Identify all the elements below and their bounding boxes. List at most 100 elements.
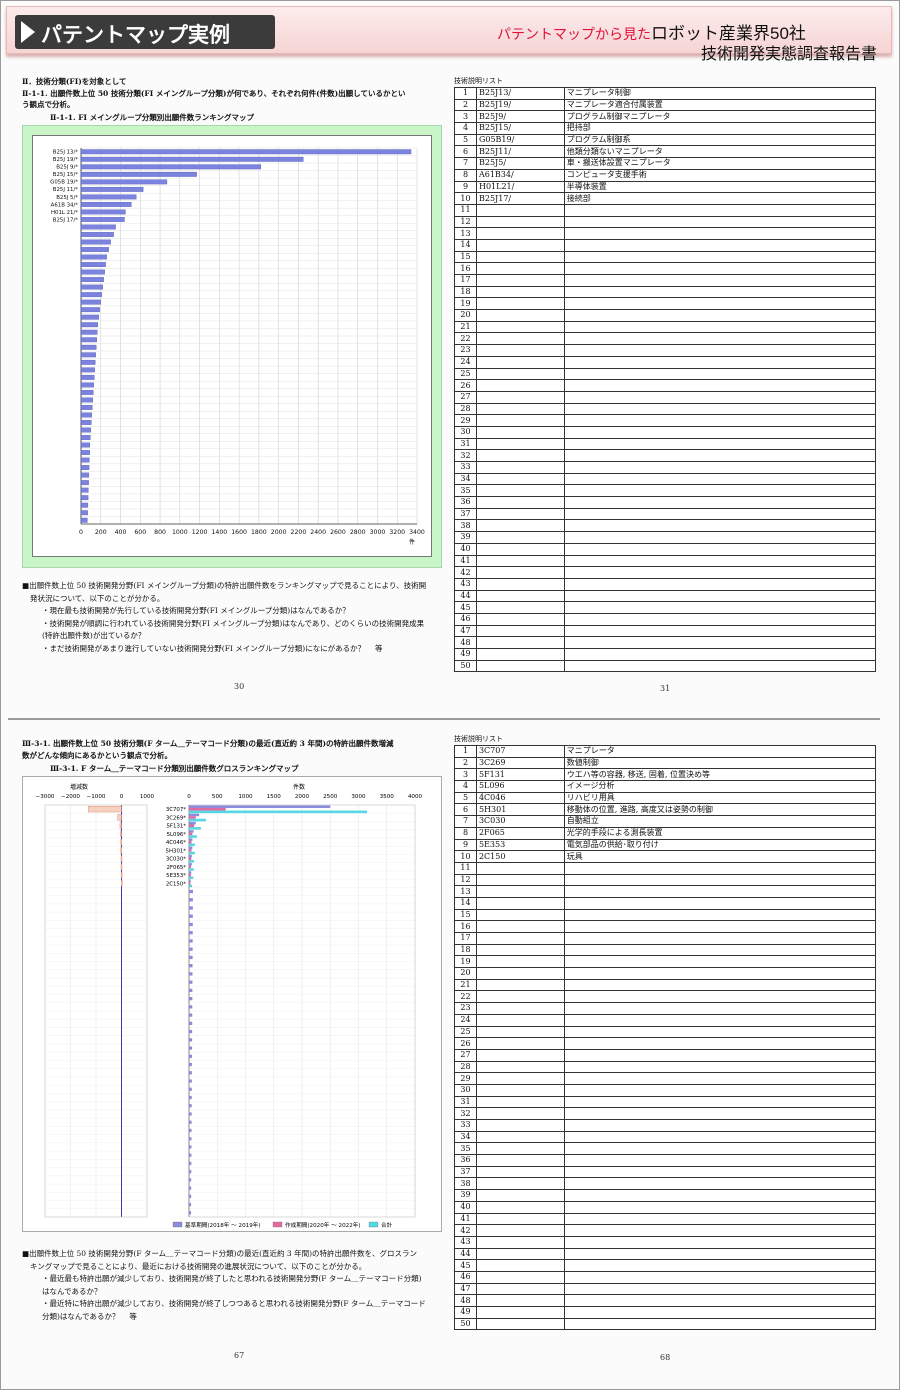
table-row: 6 B25J11/他類分類ないマニプレータ [454, 145, 877, 159]
row-number: 13 [454, 885, 477, 898]
table-row: 24 [454, 355, 877, 369]
category-label: B25J 19/* [53, 157, 79, 163]
row-desc [563, 920, 877, 933]
p30-heading1: Ⅱ．技術分類(FI)を対象として [22, 77, 127, 86]
p30-heading2: Ⅱ-1-1. 出願件数上位 50 技術分類(FI メイングループ分類)が何であり… [22, 89, 406, 98]
row-desc [563, 1154, 877, 1167]
row-number: 13 [454, 227, 477, 240]
x-tick-label: 1400 [211, 529, 227, 536]
bar [80, 186, 144, 192]
table-row: 29 [454, 414, 877, 427]
series-bar [189, 955, 193, 960]
row-desc [563, 1235, 877, 1249]
change-bar [120, 871, 123, 879]
table-row: 33 [454, 1119, 877, 1132]
row-desc [563, 648, 877, 661]
row-code [475, 1048, 565, 1062]
row-desc [563, 1189, 877, 1202]
row-number: 35 [454, 1142, 477, 1156]
right-tick-label: 1000 [238, 794, 253, 800]
row-number: 38 [454, 1177, 477, 1191]
row-number: 18 [454, 943, 477, 957]
row-code [475, 1142, 565, 1156]
row-number: 26 [454, 379, 477, 392]
row-desc: 自動組立 [563, 815, 877, 828]
row-desc: 半導体装置 [563, 180, 877, 194]
row-desc [563, 1165, 877, 1179]
left-tick-label: −2000 [61, 794, 80, 800]
row-number: 46 [454, 612, 477, 626]
row-desc [563, 990, 877, 1004]
change-bar [88, 806, 122, 813]
x-tick-label: 800 [154, 529, 166, 536]
x-tick-label: 3200 [389, 529, 405, 536]
bar [80, 465, 90, 471]
row-desc [563, 967, 877, 980]
row-desc [563, 367, 877, 381]
series-bar [189, 818, 206, 822]
table-row: 21 [454, 978, 877, 992]
row-code [475, 1037, 565, 1050]
row-desc [563, 1107, 877, 1120]
row-number: 44 [454, 1247, 477, 1261]
x-tick-label: 400 [115, 529, 127, 536]
row-number: 15 [454, 250, 477, 264]
row-desc [563, 955, 877, 969]
row-code [475, 1154, 565, 1167]
bar [80, 232, 114, 237]
series-bar [189, 816, 196, 819]
table-row: 31 [454, 1095, 877, 1109]
series-bar [189, 996, 193, 1001]
x-tick-label: 200 [95, 529, 107, 536]
x-tick-label: 2600 [330, 529, 346, 536]
right-axis-label: 件数 [293, 783, 305, 791]
row-desc [563, 624, 877, 638]
series-bar [189, 876, 194, 880]
row-desc [563, 542, 877, 556]
series-bar [189, 859, 195, 863]
series-bar [189, 821, 196, 825]
row-number: 17 [454, 274, 477, 287]
row-desc [563, 344, 877, 357]
row-number: 11 [454, 861, 477, 875]
series-bar [189, 1029, 193, 1034]
row-number: 7 [454, 157, 477, 170]
row-desc: ウエハ等の容器, 移送, 固着, 位置決め等 [563, 768, 877, 782]
bar [80, 224, 116, 230]
series-bar [189, 1104, 192, 1108]
change-bar [120, 830, 122, 837]
row-code [475, 507, 565, 521]
row-code [475, 885, 565, 898]
table-row: 34 [454, 1130, 877, 1144]
row-desc: マニプレータ [563, 745, 877, 758]
row-code [475, 1119, 565, 1132]
table-row: 30 [454, 425, 877, 439]
bar [80, 292, 102, 298]
table-row: 13 [454, 227, 877, 240]
bar [80, 179, 168, 185]
row-number: 48 [454, 1294, 477, 1307]
series-bar [189, 1021, 193, 1026]
row-number: 25 [454, 367, 477, 381]
row-desc [563, 1002, 877, 1015]
table-row: 8 2F065 光学的手段による測長装置 [454, 826, 877, 840]
row-code: 2F065 [475, 826, 565, 840]
table-row: 39 [454, 1189, 877, 1202]
row-code [475, 566, 565, 579]
row-desc [563, 1177, 877, 1191]
table-row: 22 [454, 332, 877, 346]
series-bar [189, 1038, 193, 1042]
row-number: 27 [454, 1048, 477, 1062]
table-row: 20 [454, 967, 877, 980]
bar [80, 352, 96, 358]
bar [80, 517, 88, 523]
bar [80, 322, 98, 328]
row-number: 40 [454, 1200, 477, 1214]
series-bar [189, 840, 192, 844]
legend-swatch [272, 1221, 283, 1228]
row-desc [563, 577, 877, 591]
p68-tech-list: 1 3C707 マニプレータ 2 3C269 数値制御 3 5F131 ウエハ等の容器, 移送,… [454, 745, 877, 1331]
row-number: 21 [454, 978, 477, 992]
row-desc [563, 1294, 877, 1307]
series-bar [189, 1087, 192, 1091]
